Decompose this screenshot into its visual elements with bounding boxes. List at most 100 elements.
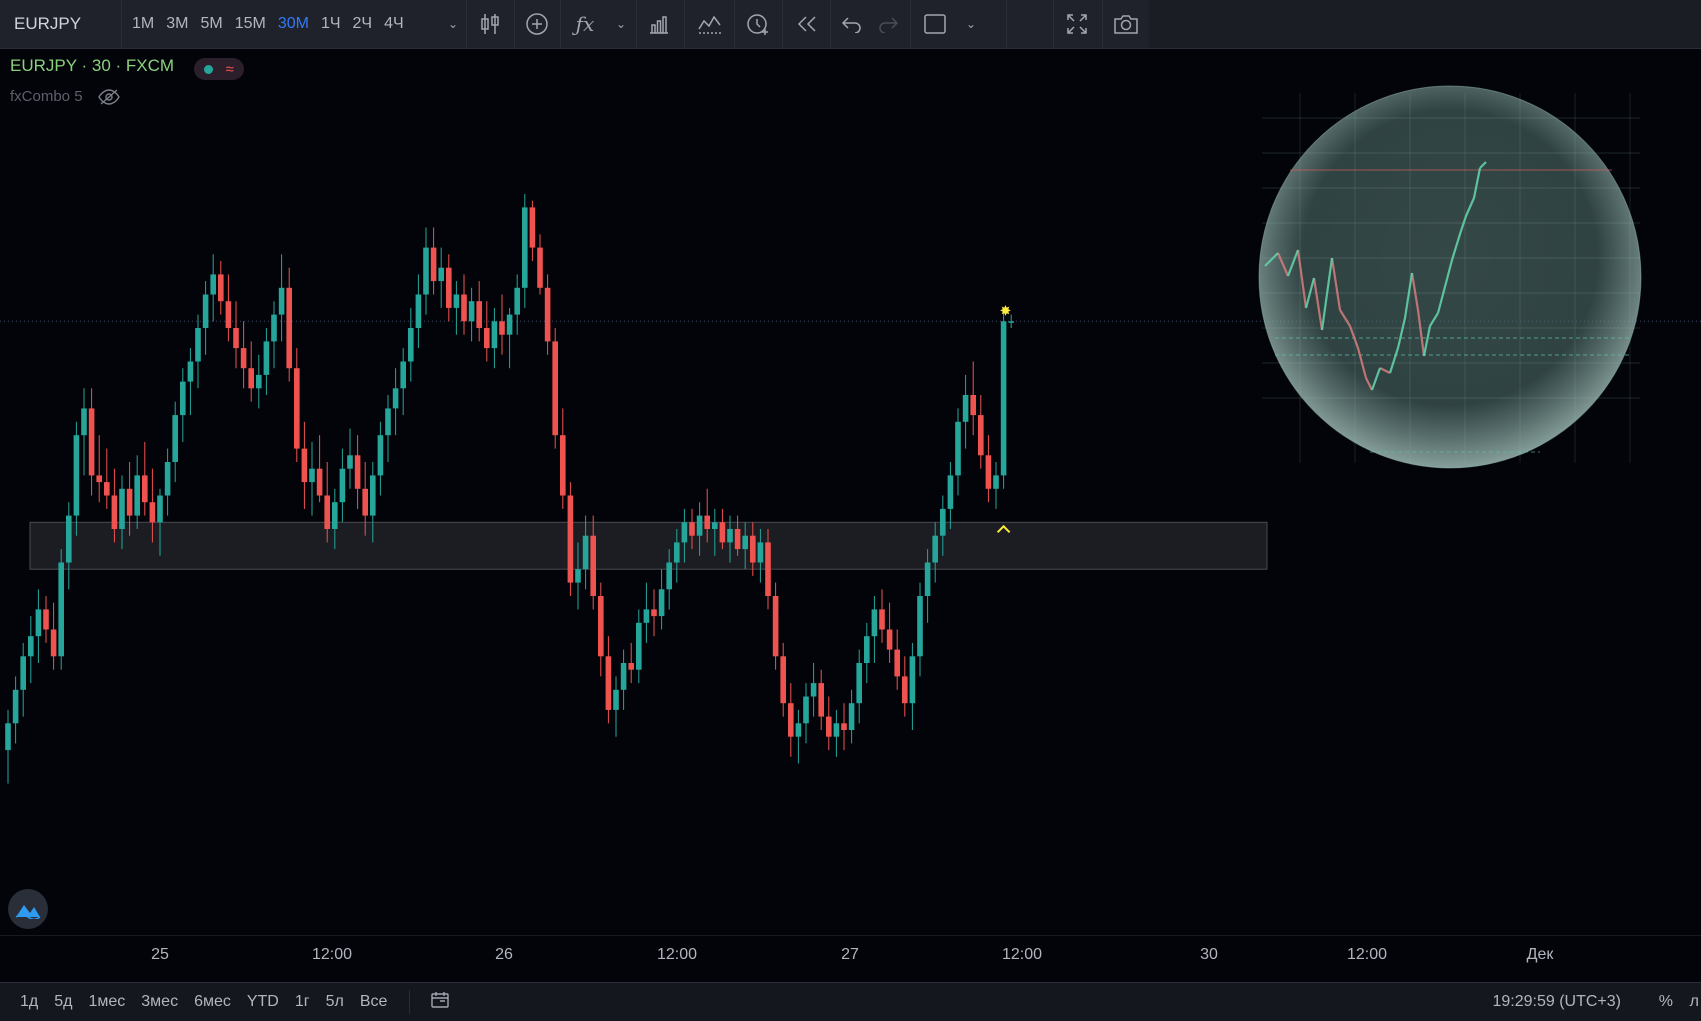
candle <box>658 569 665 630</box>
candle <box>316 435 323 503</box>
undo-icon[interactable] <box>834 0 870 48</box>
candle <box>28 616 34 684</box>
x-tick-label: 12:00 <box>1346 946 1388 963</box>
candle <box>788 683 794 757</box>
candle <box>453 281 460 335</box>
toolbar-divider <box>514 0 515 48</box>
candle <box>810 663 817 717</box>
bottom-divider <box>409 990 411 1014</box>
candle <box>514 274 520 335</box>
alert-clock-icon[interactable] <box>738 0 778 48</box>
candle <box>780 642 786 717</box>
candles <box>5 194 1014 784</box>
layout-icon[interactable] <box>916 0 954 48</box>
candle <box>826 696 832 751</box>
toolbar-divider <box>1006 0 1007 48</box>
add-compare-icon[interactable] <box>518 0 556 48</box>
top-toolbar: EURJPY 1М 3М 5М 15М 30М 1Ч 2Ч 4Ч ⌄ ƒx ⌄ ⌄ <box>0 0 1701 49</box>
range-4[interactable]: 3мес <box>133 993 186 1011</box>
candle <box>636 609 642 684</box>
log-scale-button[interactable]: л <box>1690 983 1699 1021</box>
candle <box>864 622 870 684</box>
indicators-icon[interactable]: ƒx <box>566 0 604 48</box>
candle <box>894 629 900 690</box>
candle <box>142 441 148 516</box>
range-6[interactable]: YTD <box>239 993 287 1011</box>
candle <box>392 368 399 436</box>
price-chart[interactable]: ✸ <box>0 48 1701 936</box>
candle <box>347 428 353 489</box>
candle <box>484 301 490 362</box>
bottom-toolbar: 1д 5д 1мес 3мес 6мес YTD 1г 5л Все 19:29:59 (UTC… <box>0 982 1701 1021</box>
interval-7[interactable]: 2Ч <box>347 15 379 33</box>
interval-chevron-down-icon[interactable]: ⌄ <box>444 0 462 48</box>
candle <box>818 669 824 730</box>
interval-4[interactable]: 15М <box>229 15 272 33</box>
candle <box>225 274 232 342</box>
candle <box>522 194 528 308</box>
timezone-clock[interactable]: 19:29:59 (UTC+3) <box>1492 983 1621 1021</box>
candle <box>88 388 95 496</box>
toolbar-divider <box>466 0 467 48</box>
candle <box>947 462 954 529</box>
toolbar-divider <box>636 0 637 48</box>
indicators-chevron-down-icon[interactable]: ⌄ <box>612 0 630 48</box>
range-1[interactable]: 1д <box>12 993 46 1011</box>
price-zone-rectangle[interactable] <box>29 521 1268 570</box>
candle <box>377 421 384 496</box>
candle <box>476 281 482 342</box>
candle <box>879 589 885 643</box>
candle <box>81 388 87 476</box>
range-5[interactable]: 6мес <box>186 993 239 1011</box>
templates-icon[interactable] <box>690 0 730 48</box>
candle <box>643 582 650 643</box>
range-7[interactable]: 1г <box>287 993 318 1011</box>
candle <box>620 649 627 710</box>
tradingview-logo-icon[interactable] <box>8 889 48 929</box>
toolbar-divider <box>782 0 783 48</box>
replay-icon[interactable] <box>788 0 826 48</box>
candle <box>50 602 57 670</box>
candle <box>917 582 923 677</box>
candle <box>871 596 878 663</box>
candle <box>430 227 437 295</box>
layout-chevron-down-icon[interactable]: ⌄ <box>962 0 980 48</box>
candle <box>218 261 224 315</box>
percent-scale-button[interactable]: % <box>1659 983 1673 1021</box>
toolbar-divider <box>1053 0 1054 48</box>
candle <box>164 448 171 516</box>
candle <box>309 441 315 516</box>
interval-1[interactable]: 1М <box>126 15 160 33</box>
candle <box>172 401 178 483</box>
interval-2[interactable]: 3М <box>160 15 194 33</box>
redo-icon[interactable] <box>870 0 906 48</box>
candle <box>803 683 809 744</box>
candle <box>856 649 862 724</box>
range-2[interactable]: 5д <box>46 993 80 1011</box>
candle <box>598 582 604 677</box>
candle <box>286 267 292 382</box>
candles-icon[interactable] <box>470 0 510 48</box>
candle <box>537 234 543 295</box>
candle <box>651 589 657 637</box>
range-9[interactable]: Все <box>352 993 396 1011</box>
candle <box>187 348 194 416</box>
alert-star-icon[interactable]: ✸ <box>1000 302 1012 318</box>
candle <box>552 328 558 449</box>
toolbar-divider <box>560 0 561 48</box>
candle <box>560 408 566 509</box>
interval-8[interactable]: 4Ч <box>378 15 410 33</box>
range-8[interactable]: 5л <box>318 993 352 1011</box>
x-tick-label: 12:00 <box>1001 946 1043 963</box>
financials-icon[interactable] <box>640 0 678 48</box>
interval-6[interactable]: 1Ч <box>315 15 347 33</box>
interval-5[interactable]: 30М <box>272 15 315 33</box>
goto-date-calendar-icon[interactable] <box>430 991 450 1014</box>
fullscreen-icon[interactable] <box>1056 0 1098 48</box>
symbol-search-button[interactable]: EURJPY <box>0 0 122 48</box>
range-3[interactable]: 1мес <box>80 993 133 1011</box>
candle <box>909 642 916 730</box>
interval-3[interactable]: 5М <box>194 15 228 33</box>
candle <box>886 602 893 663</box>
camera-icon[interactable] <box>1106 0 1146 48</box>
